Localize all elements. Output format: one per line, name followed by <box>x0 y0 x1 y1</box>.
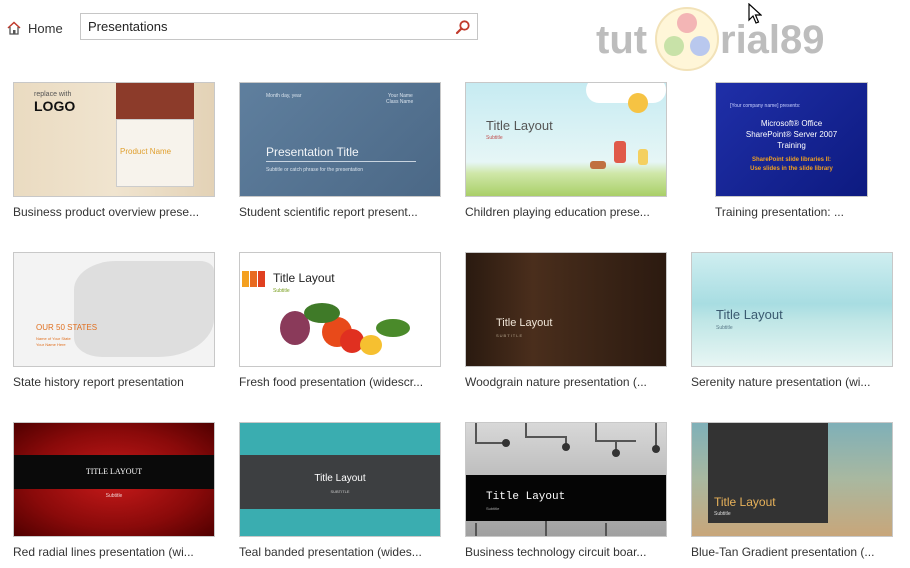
slide-logo-text: LOGO <box>34 98 76 114</box>
template-thumbnail: TITLE LAYOUT Subtitle <box>13 422 215 537</box>
slide-line2: SharePoint® Server 2007 <box>745 130 838 139</box>
slide-subtitle: Subtitle or catch phrase for the present… <box>266 167 364 173</box>
slide-sub1: Name of Your State <box>36 336 71 341</box>
slide-title: Presentation Title <box>266 145 359 159</box>
template-name: Woodgrain nature presentation (... <box>465 375 647 389</box>
slide-title: TITLE LAYOUT <box>85 467 143 476</box>
template-name: Training presentation: ... <box>715 205 844 219</box>
slide-product-text: Product Name <box>120 147 172 156</box>
template-name: Fresh food presentation (widescr... <box>239 375 424 389</box>
slide-date: Month day, year <box>266 93 302 99</box>
template-name: Blue-Tan Gradient presentation (... <box>691 545 875 559</box>
template-name: Business product overview prese... <box>13 205 200 219</box>
template-thumbnail: [Your company name] presents: Microsoft®… <box>715 82 868 197</box>
template-name: Serenity nature presentation (wi... <box>691 375 871 389</box>
slide-title: OUR 50 STATES <box>36 323 98 332</box>
slide-highlight1: SharePoint slide libraries II: <box>751 157 832 163</box>
slide-title: Title Layout <box>273 271 335 285</box>
template-thumbnail: replace with LOGO Product Name <box>13 82 215 197</box>
watermark-part2: rial89 <box>720 18 825 62</box>
slide-subtitle: Subtitle <box>486 506 500 511</box>
slide-line3: Training <box>777 141 806 150</box>
template-thumbnail: Title Layout Subtitle <box>691 422 893 537</box>
slide-subtitle: Subtitle <box>714 511 731 517</box>
template-thumbnail: Title Layout Subtitle <box>465 82 667 197</box>
slide-subtitle: Subtitle <box>105 493 123 499</box>
home-icon <box>7 21 21 35</box>
search-icon[interactable] <box>455 19 471 35</box>
template-thumbnail: Title Layout SUBTITLE <box>465 252 667 367</box>
template-name: Children playing education prese... <box>465 205 650 219</box>
home-label: Home <box>28 20 63 36</box>
slide-title: Title Layout <box>716 307 783 322</box>
slide-line1: Microsoft® Office <box>760 119 823 128</box>
template-name: Red radial lines presentation (wi... <box>13 545 194 559</box>
slide-title: Title Layout <box>496 317 553 329</box>
slide-class-name: Class Name <box>386 99 414 105</box>
slide-sub2: Your Name Here <box>36 342 66 347</box>
slide-subtitle: Subtitle <box>486 135 503 141</box>
slide-company: [Your company name] presents: <box>730 103 801 109</box>
slide-subtitle: SUBTITLE <box>496 333 524 338</box>
slide-subtitle: Subtitle <box>716 325 733 331</box>
template-name: Teal banded presentation (wides... <box>239 545 422 559</box>
template-thumbnail: Title Layout Subtitle <box>239 252 441 367</box>
template-name: State history report presentation <box>13 375 184 389</box>
watermark-emblem <box>655 7 719 71</box>
slide-title: Title Layout <box>714 495 776 509</box>
watermark-part1: tut <box>596 18 648 62</box>
search-box[interactable] <box>80 13 478 40</box>
template-thumbnail: Month day, year Your Name Class Name Pre… <box>239 82 441 197</box>
slide-small-text: replace with <box>34 91 72 98</box>
slide-highlight2: Use slides in the slide library <box>750 166 833 172</box>
slide-subtitle: Subtitle <box>273 288 290 294</box>
mouse-cursor-icon <box>748 3 762 24</box>
template-thumbnail: Title Layout SUBTITLE <box>239 422 441 537</box>
template-thumbnail: Title Layout Subtitle <box>465 422 667 537</box>
template-thumbnail: Title Layout Subtitle <box>691 252 893 367</box>
slide-title: Title Layout <box>486 491 566 503</box>
template-name: Business technology circuit boar... <box>465 545 647 559</box>
template-thumbnail: OUR 50 STATES Name of Your State Your Na… <box>13 252 215 367</box>
slide-subtitle: SUBTITLE <box>330 489 350 494</box>
template-name: Student scientific report present... <box>239 205 418 219</box>
slide-title: Title Layout <box>486 118 553 133</box>
watermark-logo: tut rial89 <box>596 6 846 72</box>
slide-title: Title Layout <box>314 473 366 484</box>
home-button[interactable]: Home <box>6 18 63 38</box>
search-input[interactable] <box>88 17 448 36</box>
